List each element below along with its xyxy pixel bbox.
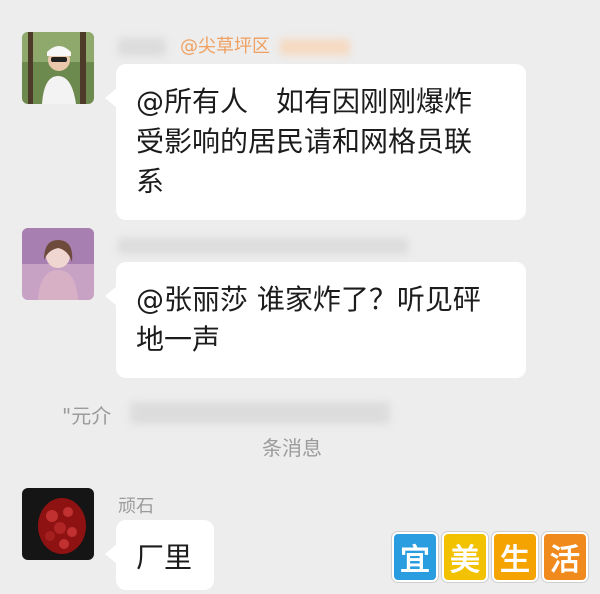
message-text-line: @所有人 如有因刚刚爆炸 [136, 85, 473, 118]
avatar[interactable] [22, 32, 94, 104]
message-text-line: @张丽莎 谁家炸了？听见砰 [136, 283, 481, 316]
message-bubble[interactable]: @所有人 如有因刚刚爆炸 受影响的居民请和网格员联 系 [105, 64, 526, 220]
watermark-char: 美 [442, 532, 488, 582]
message-bubble[interactable]: @张丽莎 谁家炸了？听见砰 地一声 [105, 262, 526, 378]
message-text-line: 厂里 [136, 541, 193, 574]
message-bubble[interactable]: 厂里 [105, 520, 214, 590]
watermark-char: 活 [542, 532, 588, 582]
user-photo-icon [22, 32, 94, 104]
quoted-message-fragment: "元介 [62, 404, 112, 428]
watermark-char: 宜 [392, 532, 438, 582]
unread-message-notice[interactable]: 条消息 [262, 432, 322, 461]
message-text-line: 受影响的居民请和网格员联 [136, 125, 473, 158]
avatar[interactable] [22, 488, 94, 560]
blurred-sender-info [118, 238, 408, 254]
sender-name: 顽石 [118, 496, 154, 517]
user-photo-icon [22, 488, 94, 560]
avatar[interactable] [22, 228, 94, 300]
sender-name: @尖草坪区 [118, 32, 350, 58]
user-photo-icon [22, 228, 94, 300]
blurred-notice [130, 402, 390, 424]
message-text-line: 系 [136, 165, 165, 198]
message-text-line: 地一声 [136, 323, 221, 356]
watermark-char: 生 [492, 532, 538, 582]
watermark-logo: 宜 美 生 活 [392, 532, 588, 584]
